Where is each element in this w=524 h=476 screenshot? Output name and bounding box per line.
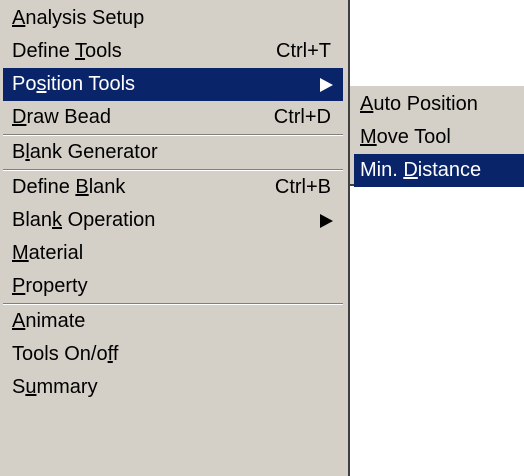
menu-item-label: Draw Bead [12, 106, 111, 128]
menu-item-label: Tools On/off [12, 343, 119, 365]
menu-item-position-tools[interactable]: Position Tools [3, 68, 343, 101]
menu-item-label: Auto Position [360, 93, 478, 115]
shortcut-label: Ctrl+D [273, 106, 331, 128]
menu-item-animate[interactable]: Animate [3, 305, 343, 338]
menu-item-material[interactable]: Material [3, 237, 343, 270]
menu-item-label: Move Tool [360, 126, 451, 148]
menu-item-summary[interactable]: Summary [3, 371, 343, 404]
menu-item-label: Animate [12, 310, 86, 332]
menu-stage: Analysis Setup Define Tools Ctrl+T Posit… [0, 0, 524, 476]
menu-item-property[interactable]: Property [3, 270, 343, 303]
menu-item-label: Analysis Setup [12, 7, 145, 29]
submenu-item-move-tool[interactable]: Move Tool [354, 121, 524, 154]
menu-item-analysis-setup[interactable]: Analysis Setup [3, 2, 343, 35]
menu-item-define-blank[interactable]: Define Blank Ctrl+B [3, 171, 343, 204]
menu-item-tools-on-off[interactable]: Tools On/off [3, 338, 343, 371]
menu-item-label: Summary [12, 376, 98, 398]
arrow-right-icon [320, 214, 333, 228]
menu-item-label: Position Tools [12, 73, 136, 95]
menu-item-label: Blank Operation [12, 209, 156, 231]
shortcut-label: Ctrl+B [274, 176, 331, 198]
menu-item-blank-operation[interactable]: Blank Operation [3, 204, 343, 237]
menu-item-label: Blank Generator [12, 141, 158, 163]
menu-item-define-tools[interactable]: Define Tools Ctrl+T [3, 35, 343, 68]
menu-item-label: Define Blank [12, 176, 126, 198]
menu-item-label: Material [12, 242, 84, 264]
arrow-right-icon [320, 78, 333, 92]
menu-item-label: Property [12, 275, 88, 297]
menu-item-blank-generator[interactable]: Blank Generator [3, 136, 343, 169]
menu-item-label: Min. Distance [360, 159, 482, 181]
position-tools-submenu: Auto Position Move Tool Min. Distance [350, 86, 524, 187]
shortcut-label: Ctrl+T [276, 40, 331, 62]
submenu-item-auto-position[interactable]: Auto Position [354, 88, 524, 121]
menu-item-label: Define Tools [12, 40, 122, 62]
context-menu: Analysis Setup Define Tools Ctrl+T Posit… [0, 0, 350, 476]
submenu-item-min-distance[interactable]: Min. Distance [354, 154, 524, 187]
menu-item-draw-bead[interactable]: Draw Bead Ctrl+D [3, 101, 343, 134]
